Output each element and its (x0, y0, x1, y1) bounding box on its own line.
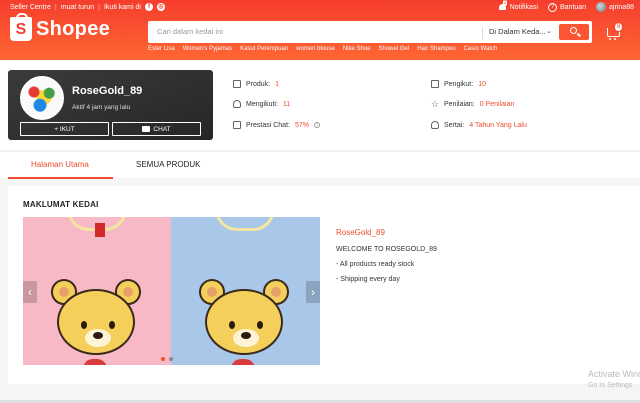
bear-print (49, 279, 143, 365)
search-button[interactable] (559, 24, 589, 40)
seller-centre-link[interactable]: Seller Centre (10, 4, 51, 11)
shop-card: RoseGold_89 Aktif 4 jam yang lalu + IKUT… (8, 70, 213, 140)
keyword-link[interactable]: Casio Watch (464, 46, 498, 52)
active-tab-indicator (8, 177, 113, 179)
notifications-label: Notifikasi (509, 3, 538, 11)
keyword-link[interactable]: Hair Shampoo (417, 46, 455, 52)
description-line: - All products ready stock (336, 261, 415, 268)
price-tag (95, 223, 105, 237)
instagram-icon[interactable]: ◎ (156, 3, 165, 11)
star-icon: ☆ (431, 99, 440, 109)
chat-bubble-icon (233, 121, 241, 129)
notifications-link[interactable]: 1 Notifikasi (498, 0, 538, 12)
logo-text: Shopee (36, 17, 111, 40)
shopee-bag-icon: S (10, 13, 32, 41)
username: ajrina88 (609, 3, 634, 11)
tab-home[interactable]: Halaman Utama (31, 160, 89, 169)
info-icon[interactable]: ? (313, 122, 320, 128)
cart-badge: 8 (614, 22, 624, 32)
chat-button[interactable]: CHAT (112, 122, 201, 136)
keyword-link[interactable]: Women's Pyjamas (183, 46, 232, 52)
tab-all-products[interactable]: SEMUA PRODUK (136, 160, 200, 169)
shop-name: RoseGold_89 (72, 85, 143, 97)
carousel-dot[interactable] (169, 357, 173, 361)
followers-icon (431, 80, 439, 88)
search-scope-select[interactable]: Di Dalam Keda... (482, 27, 554, 39)
stat-joined: Sertai: 4 Tahun Yang Lalu (431, 121, 527, 129)
search-icon (570, 27, 577, 34)
follow-button[interactable]: + IKUT (20, 122, 109, 136)
stat-products: Produk: 1 (233, 80, 279, 88)
stat-chat-performance: Prestasi Chat: 57% ? (233, 121, 320, 129)
shop-description: RoseGold_89 WELCOME TO ROSEGOLD_89 - All… (336, 228, 437, 291)
bell-icon: 1 (498, 0, 508, 12)
description-line: - Shipping every day (336, 276, 400, 283)
windows-activation-watermark: Activate Windows Go to Settings (588, 369, 640, 389)
user-icon (431, 121, 439, 129)
keyword-link[interactable]: Showel Gel (379, 46, 410, 52)
description-line: WELCOME TO ROSEGOLD_89 (336, 246, 437, 253)
stat-followers: Pengikut: 10 (431, 80, 486, 88)
help-label: Bantuan (559, 3, 587, 11)
product-image-blue-shirt (171, 217, 320, 365)
keyword-link[interactable]: Kasut Perempuan (240, 46, 288, 52)
keyword-link[interactable]: Nike Shoe (343, 46, 371, 52)
shop-info: RoseGold_89 Aktif 4 jam yang lalu + IKUT… (0, 60, 640, 150)
question-icon: ? (547, 2, 557, 12)
chevron-down-icon[interactable]: ⌄ (546, 27, 552, 35)
help-link[interactable]: ? Bantuan (547, 2, 587, 12)
bear-print (197, 279, 291, 365)
carousel-next-icon[interactable]: › (306, 281, 320, 303)
keyword-link[interactable]: women blouse (296, 46, 335, 52)
search-bar: Cari dalam kedai ini Di Dalam Keda... ⌄ (148, 21, 592, 43)
shop-tabs: Halaman Utama SEMUA PRODUK (0, 151, 640, 179)
banner-carousel[interactable]: ‹ › (23, 217, 320, 365)
header: Seller Centre | muat turun | Ikuti kami … (0, 0, 640, 60)
follow-us-label: Ikuti kami di (103, 3, 141, 11)
chat-icon (142, 126, 151, 132)
follow-button-label: + IKUT (54, 125, 75, 133)
description-shop-name: RoseGold_89 (336, 228, 385, 237)
carousel-dot[interactable] (161, 357, 165, 361)
keyword-link[interactable]: Ester Lisa (148, 46, 175, 52)
notification-badge: 1 (502, 0, 508, 6)
section-title: MAKLUMAT KEDAI (23, 200, 99, 209)
divider: | (54, 3, 57, 11)
download-link[interactable]: muat turun (61, 4, 94, 11)
cart-icon[interactable]: 8 (606, 22, 624, 40)
stat-rating: ☆ Penilaian: 0 Penilaian (431, 99, 515, 109)
keyword-list: Ester Lisa Women's Pyjamas Kasut Perempu… (148, 46, 497, 52)
carousel-dots (161, 357, 173, 361)
store-icon (233, 80, 241, 88)
facebook-icon[interactable]: f (144, 3, 153, 11)
search-input[interactable]: Cari dalam kedai ini (157, 27, 223, 36)
top-bar: Seller Centre | muat turun | Ikuti kami … (0, 0, 640, 14)
shopee-logo[interactable]: S Shopee (10, 13, 111, 41)
carousel-prev-icon[interactable]: ‹ (23, 281, 37, 303)
account-menu[interactable]: ajrina88 (596, 2, 634, 12)
user-avatar (596, 2, 607, 12)
user-icon (233, 100, 241, 108)
stat-following: Mengikuti: 11 (233, 100, 290, 108)
divider: | (98, 3, 100, 11)
product-image-pink-shirt (23, 217, 171, 365)
chat-button-label: CHAT (153, 125, 171, 133)
active-status: Aktif 4 jam yang lalu (72, 104, 131, 111)
shop-description-section: MAKLUMAT KEDAI ‹ › RoseGold_89 WELCOME T… (8, 186, 640, 384)
shop-avatar[interactable] (20, 76, 64, 120)
